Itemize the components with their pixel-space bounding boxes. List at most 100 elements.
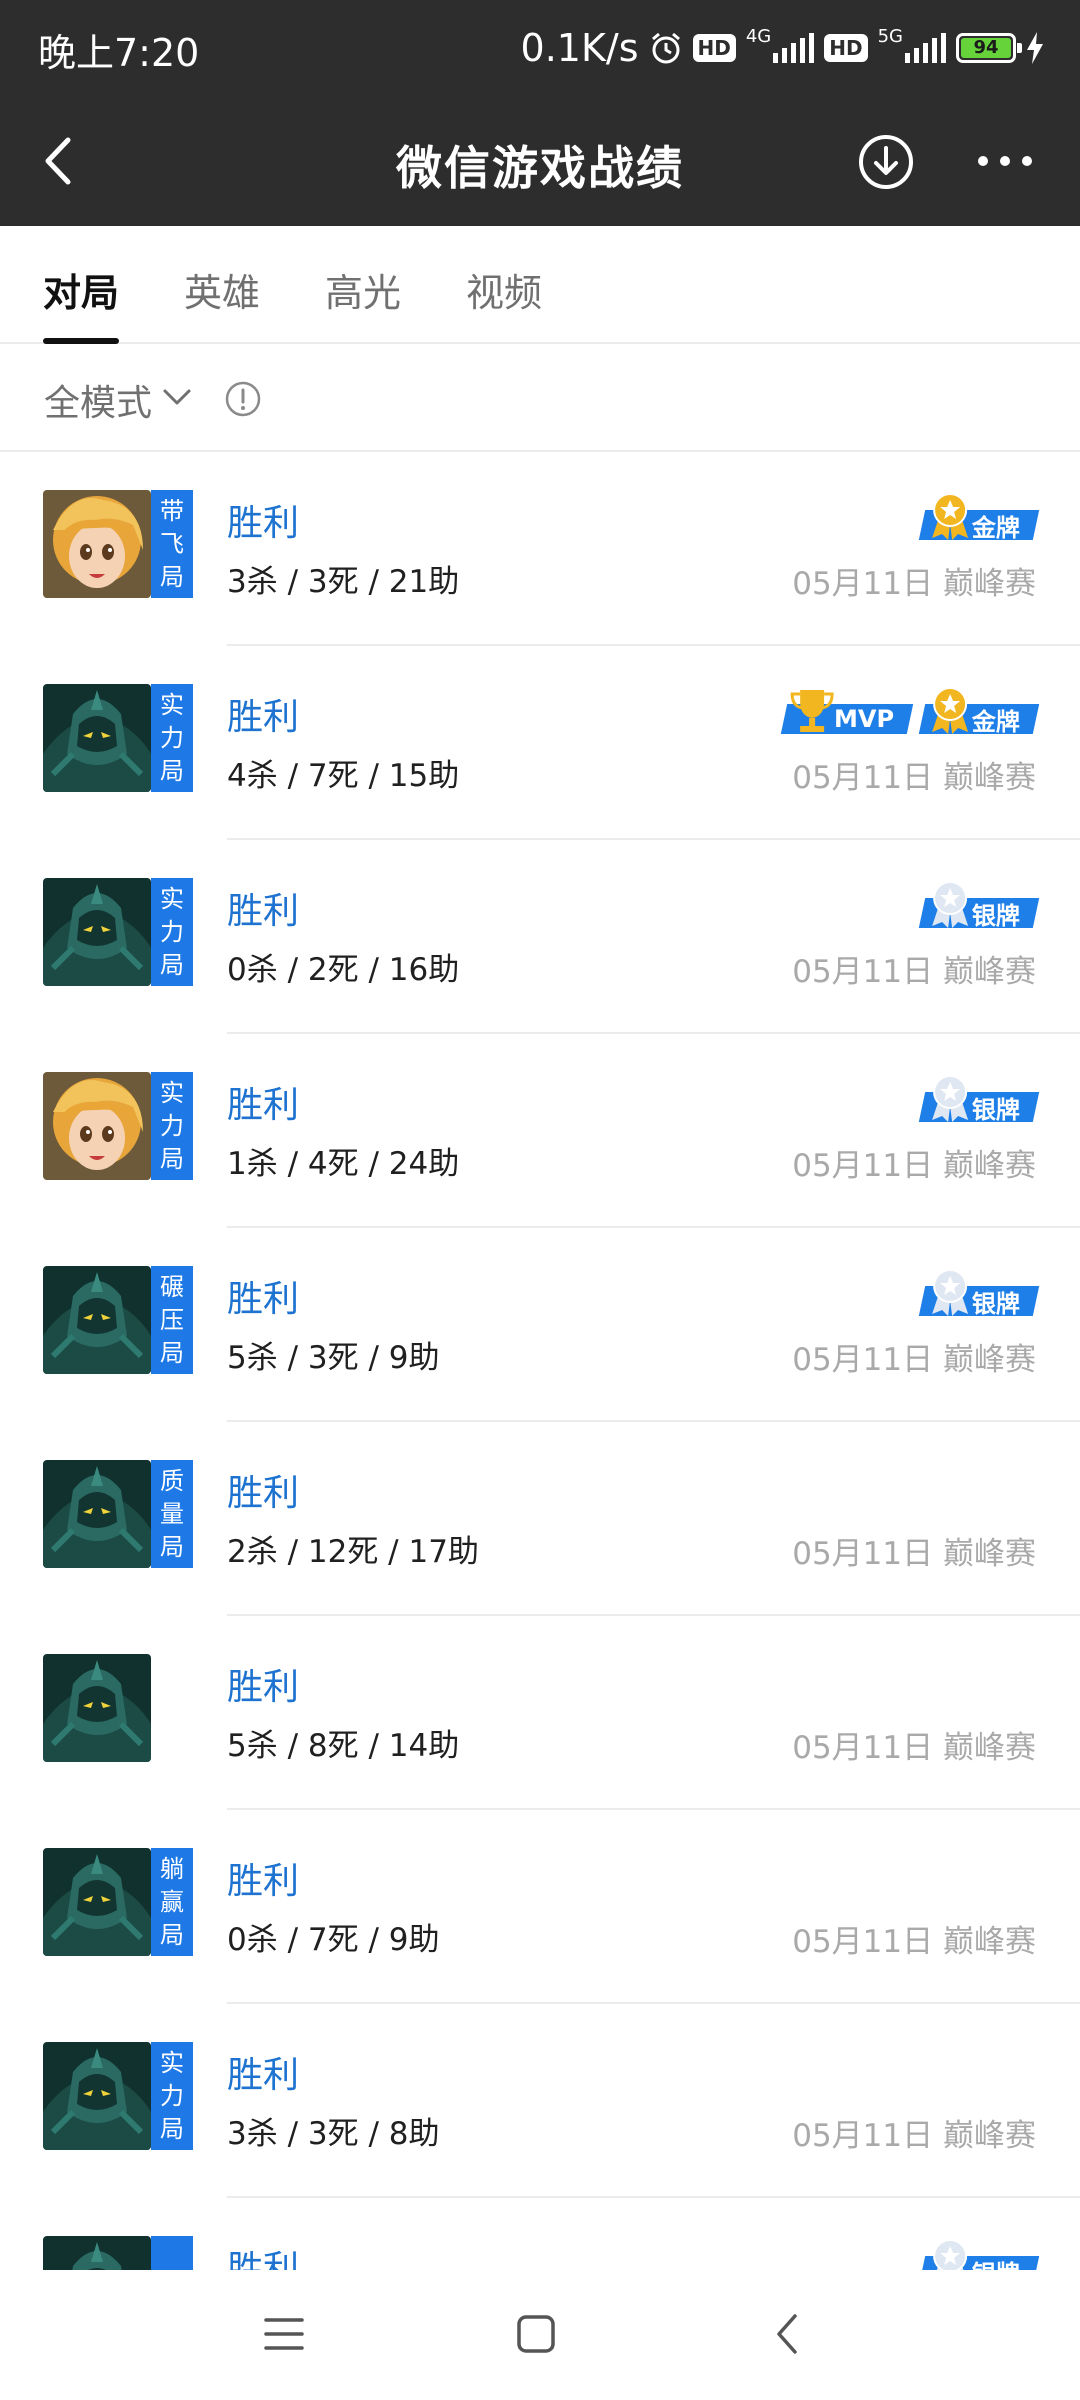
match-tag-char: 局 bbox=[160, 950, 184, 979]
download-icon[interactable] bbox=[858, 134, 914, 190]
match-list: 带飞局胜利 3杀 / 3死 / 21助 05月11日 巅峰赛 金牌实力局胜利 4杀 / … bbox=[0, 452, 1080, 2270]
match-row[interactable]: 碾 胜利 银牌 bbox=[0, 2198, 1080, 2270]
tab-heroes[interactable]: 英雄 bbox=[184, 262, 260, 317]
match-tag: 实力局 bbox=[151, 2042, 193, 2150]
match-mode: 巅峰赛 bbox=[943, 1148, 1036, 1184]
match-meta: 05月11日 巅峰赛 bbox=[792, 1140, 1036, 1185]
match-row[interactable]: 实力局胜利 3杀 / 3死 / 8助 05月11日 巅峰赛 bbox=[0, 2004, 1080, 2198]
match-kda: 5杀 / 8死 / 14助 bbox=[227, 1728, 460, 1764]
match-tag-char: 局 bbox=[160, 756, 184, 785]
status-time: 晚上7:20 bbox=[38, 31, 200, 75]
match-tag-char: 实 bbox=[160, 884, 184, 913]
gold-badge: 金牌 bbox=[918, 687, 1040, 736]
hero-avatar bbox=[43, 1266, 151, 1374]
match-tag: 带飞局 bbox=[151, 490, 193, 598]
match-row[interactable]: 实力局胜利 4杀 / 7死 / 15助 05月11日 巅峰赛 MVP 金牌 bbox=[0, 646, 1080, 840]
match-tag-char: 力 bbox=[160, 917, 184, 946]
match-tag-char: 带 bbox=[160, 496, 184, 525]
match-date: 05月11日 bbox=[792, 760, 934, 796]
match-kda: 4杀 / 7死 / 15助 bbox=[227, 758, 460, 794]
hero-avatar bbox=[43, 1654, 151, 1762]
match-meta: 05月11日 巅峰赛 bbox=[792, 946, 1036, 991]
signal-icon bbox=[905, 33, 946, 63]
status-bar: 晚上7:20 0.1K/s HD 4G HD 5G 94 bbox=[0, 0, 1080, 96]
battery-icon: 94 bbox=[956, 33, 1022, 63]
match-tag-char: 压 bbox=[160, 1305, 184, 1334]
match-row[interactable]: 躺赢局胜利 0杀 / 7死 / 9助 05月11日 巅峰赛 bbox=[0, 1810, 1080, 2004]
hero-avatar bbox=[43, 684, 151, 792]
match-tag-char: 力 bbox=[160, 2081, 184, 2110]
hero-avatar bbox=[43, 2042, 151, 2150]
hero-avatar bbox=[43, 1460, 151, 1568]
match-result: 胜利 bbox=[227, 1279, 300, 1320]
match-tag-char: 局 bbox=[160, 1144, 184, 1173]
match-tag-char: 赢 bbox=[160, 1887, 184, 1916]
match-mode: 巅峰赛 bbox=[943, 2118, 1036, 2154]
match-tag: 质量局 bbox=[151, 1460, 193, 1568]
match-row[interactable]: 带飞局胜利 3杀 / 3死 / 21助 05月11日 巅峰赛 金牌 bbox=[0, 452, 1080, 646]
match-meta: 05月11日 巅峰赛 bbox=[792, 752, 1036, 797]
match-tag: 碾 bbox=[151, 2236, 193, 2270]
match-tag-char: 力 bbox=[160, 723, 184, 752]
tab-matches[interactable]: 对局 bbox=[43, 262, 119, 317]
silver-badge: 银牌 bbox=[918, 1075, 1040, 1124]
match-date: 05月11日 bbox=[792, 1342, 934, 1378]
system-nav-bar bbox=[0, 2270, 1080, 2400]
title-bar: 微信游戏战绩 bbox=[0, 96, 1080, 226]
match-row[interactable]: 胜利 5杀 / 8死 / 14助 05月11日 巅峰赛 bbox=[0, 1616, 1080, 1810]
match-tag: 碾压局 bbox=[151, 1266, 193, 1374]
tab-videos[interactable]: 视频 bbox=[466, 262, 542, 317]
chevron-down-icon[interactable] bbox=[162, 382, 192, 412]
match-kda: 5杀 / 3死 / 9助 bbox=[227, 1340, 440, 1376]
hd-icon: HD bbox=[692, 34, 736, 62]
info-icon[interactable] bbox=[224, 380, 262, 418]
network-speed: 0.1K/s bbox=[520, 26, 639, 70]
match-tag-char: 实 bbox=[160, 690, 184, 719]
match-result: 胜利 bbox=[227, 2249, 300, 2270]
match-tag: 实力局 bbox=[151, 1072, 193, 1180]
match-kda: 1杀 / 4死 / 24助 bbox=[227, 1146, 460, 1182]
match-tag-char: 局 bbox=[160, 562, 184, 591]
alarm-icon bbox=[651, 32, 680, 64]
menu-icon[interactable] bbox=[262, 2314, 306, 2354]
match-tag-char: 实 bbox=[160, 1078, 184, 1107]
silver-badge: 银牌 bbox=[918, 1269, 1040, 1318]
match-tag-char: 量 bbox=[160, 1499, 184, 1528]
match-meta: 05月11日 巅峰赛 bbox=[792, 558, 1036, 603]
tab-bar: 对局 英雄 高光 视频 bbox=[0, 226, 1080, 344]
badge-label: 银牌 bbox=[972, 1289, 1020, 1318]
match-meta: 05月11日 巅峰赛 bbox=[792, 1334, 1036, 1379]
match-mode: 巅峰赛 bbox=[943, 566, 1036, 602]
mode-filter-dropdown[interactable]: 全模式 bbox=[44, 374, 152, 426]
badge-label: 银牌 bbox=[972, 2254, 1020, 2271]
match-tag-char: 飞 bbox=[160, 529, 184, 558]
match-row[interactable]: 质量局胜利 2杀 / 12死 / 17助 05月11日 巅峰赛 bbox=[0, 1422, 1080, 1616]
match-result: 胜利 bbox=[227, 1667, 300, 1708]
silver-badge: 银牌 bbox=[918, 881, 1040, 930]
silver-medal-icon bbox=[932, 2239, 969, 2270]
match-tag-char: 质 bbox=[160, 1466, 184, 1495]
more-icon[interactable] bbox=[975, 148, 1035, 174]
match-mode: 巅峰赛 bbox=[943, 1536, 1036, 1572]
match-tag-char: 局 bbox=[160, 2114, 184, 2143]
match-tag: 躺赢局 bbox=[151, 1848, 193, 1956]
match-tag: 实力局 bbox=[151, 684, 193, 792]
match-mode: 巅峰赛 bbox=[943, 1342, 1036, 1378]
match-tag-char: 碾 bbox=[160, 1272, 184, 1301]
match-date: 05月11日 bbox=[792, 1924, 934, 1960]
gold-medal-icon bbox=[932, 687, 969, 734]
badge-label: 银牌 bbox=[972, 1095, 1020, 1124]
match-mode: 巅峰赛 bbox=[943, 760, 1036, 796]
back-icon[interactable] bbox=[773, 2312, 801, 2356]
hero-avatar bbox=[43, 2236, 151, 2270]
badge-group: MVP 金牌 bbox=[780, 687, 1040, 736]
match-mode: 巅峰赛 bbox=[943, 1924, 1036, 1960]
match-row[interactable]: 实力局胜利 0杀 / 2死 / 16助 05月11日 巅峰赛 银牌 bbox=[0, 840, 1080, 1034]
tab-highlights[interactable]: 高光 bbox=[325, 262, 401, 317]
page-title: 微信游戏战绩 bbox=[396, 141, 684, 195]
match-row[interactable]: 实力局胜利 1杀 / 4死 / 24助 05月11日 巅峰赛 银牌 bbox=[0, 1034, 1080, 1228]
home-icon[interactable] bbox=[516, 2314, 556, 2354]
badge-group: 银牌 bbox=[918, 1269, 1040, 1318]
charging-icon bbox=[1027, 32, 1043, 64]
match-row[interactable]: 碾压局胜利 5杀 / 3死 / 9助 05月11日 巅峰赛 银牌 bbox=[0, 1228, 1080, 1422]
